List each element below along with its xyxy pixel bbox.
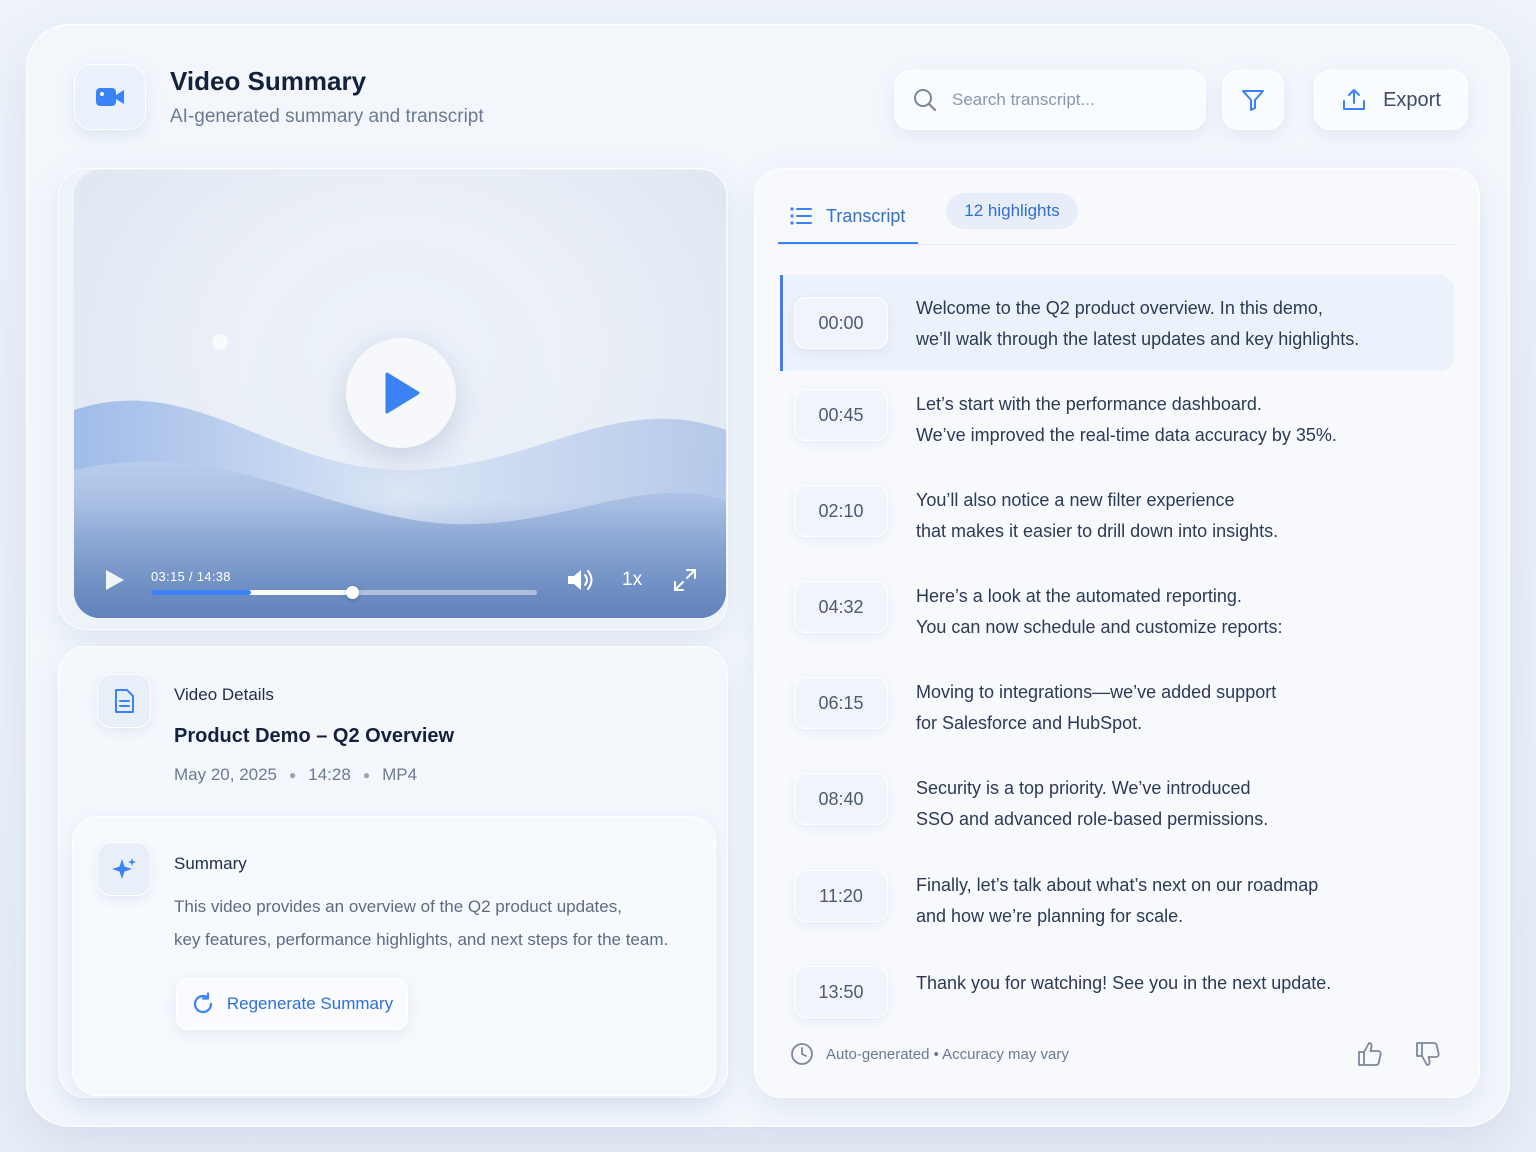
- search-icon: [914, 89, 937, 112]
- transcript-line: and how we’re planning for scale.: [916, 906, 1184, 926]
- timestamp-badge[interactable]: 00:00: [794, 297, 888, 349]
- transcript-text: Finally, let’s talk about what’s next on…: [916, 870, 1436, 932]
- summary-label: Summary: [174, 854, 247, 873]
- thumbs-up-icon[interactable]: [1356, 1040, 1384, 1068]
- tab-divider: [778, 244, 1454, 245]
- transcript-line: SSO and advanced role-based permissions.: [916, 809, 1269, 829]
- fullscreen-icon[interactable]: [672, 567, 698, 593]
- summary-text: This video provides an overview of the Q…: [174, 890, 694, 956]
- transcript-line: Here’s a look at the automated reporting…: [916, 586, 1242, 606]
- clock-icon: [791, 1043, 813, 1065]
- tab-transcript[interactable]: Transcript: [778, 190, 918, 245]
- transcript-row[interactable]: 06:15 Moving to integrations—we’ve added…: [780, 659, 1454, 755]
- timestamp-badge[interactable]: 13:50: [794, 966, 888, 1018]
- summary-card: [72, 816, 716, 1096]
- playback-speed[interactable]: 1x: [622, 569, 642, 591]
- transcript-line: Security is a top priority. We’ve introd…: [916, 778, 1251, 798]
- transcript-text: Welcome to the Q2 product overview. In t…: [916, 293, 1436, 355]
- transcript-line: Finally, let’s talk about what’s next on…: [916, 875, 1319, 895]
- video-meta: May 20, 2025 ● 14:28 ● MP4: [174, 765, 417, 785]
- transcript-text: Thank you for watching! See you in the n…: [916, 968, 1436, 999]
- volume-icon[interactable]: [566, 566, 596, 594]
- transcript-text: Moving to integrations—we’ve added suppo…: [916, 677, 1436, 739]
- regenerate-label: Regenerate Summary: [226, 994, 394, 1013]
- transcript-text: Let’s start with the performance dashboa…: [916, 389, 1436, 451]
- timestamp-badge[interactable]: 08:40: [794, 773, 888, 825]
- video-format: MP4: [382, 765, 418, 784]
- transcript-text: Security is a top priority. We’ve introd…: [916, 773, 1436, 835]
- timestamp-badge[interactable]: 02:10: [794, 485, 888, 537]
- transcript-row[interactable]: 04:32 Here’s a look at the automated rep…: [780, 563, 1454, 659]
- sparkle-icon: [97, 842, 151, 896]
- transcript-line: We’ve improved the real-time data accura…: [916, 425, 1337, 445]
- transcript-row[interactable]: 11:20 Finally, let’s talk about what’s n…: [780, 852, 1454, 948]
- page-title: Video Summary: [170, 66, 367, 96]
- details-label: Video Details: [174, 685, 274, 704]
- seek-handle[interactable]: [345, 586, 359, 599]
- timestamp-badge[interactable]: 00:45: [794, 389, 888, 441]
- tab-highlights[interactable]: 12 highlights: [946, 193, 1078, 229]
- tab-transcript-label: Transcript: [826, 205, 906, 226]
- transcript-text: You’ll also notice a new filter experien…: [916, 485, 1436, 547]
- transcript-line: You can now schedule and customize repor…: [916, 617, 1283, 637]
- filter-button[interactable]: [1222, 70, 1284, 130]
- transcript-text: Here’s a look at the automated reporting…: [916, 581, 1436, 643]
- summary-line: key features, performance highlights, an…: [174, 930, 669, 949]
- transcript-row[interactable]: 08:40 Security is a top priority. We’ve …: [780, 755, 1454, 851]
- timestamp-badge[interactable]: 04:32: [794, 581, 888, 633]
- progress-bar: [151, 590, 252, 595]
- transcript-line: Moving to integrations—we’ve added suppo…: [916, 682, 1277, 702]
- separator-dot: ●: [362, 768, 371, 782]
- accuracy-text: Auto-generated • Accuracy may vary: [826, 1045, 1069, 1063]
- refresh-icon: [193, 992, 212, 1014]
- search-box[interactable]: [894, 70, 1206, 130]
- search-input[interactable]: [952, 90, 1172, 110]
- accuracy-note: Auto-generated • Accuracy may vary: [790, 1042, 1069, 1066]
- video-duration: 14:28: [308, 765, 351, 784]
- play-icon[interactable]: [104, 568, 126, 592]
- transcript-row[interactable]: 13:50 Thank you for watching! See you in…: [780, 948, 1454, 1020]
- transcript-line: You’ll also notice a new filter experien…: [916, 490, 1235, 510]
- video-title: Product Demo – Q2 Overview: [174, 725, 455, 747]
- thumbs-down-icon[interactable]: [1414, 1040, 1442, 1068]
- transcript-line: that makes it easier to drill down into …: [916, 521, 1279, 541]
- video-camera-icon: [74, 64, 146, 130]
- play-icon: [385, 372, 420, 414]
- playback-time: 03:15 / 14:38: [151, 569, 231, 584]
- transcript-line: Let’s start with the performance dashboa…: [916, 394, 1262, 414]
- seek-bar[interactable]: [151, 586, 537, 599]
- transcript-line: for Salesforce and HubSpot.: [916, 713, 1143, 733]
- page-subtitle: AI-generated summary and transcript: [170, 106, 484, 127]
- transcript-row[interactable]: 02:10 You’ll also notice a new filter ex…: [780, 467, 1454, 563]
- summary-line: This video provides an overview of the Q…: [174, 897, 622, 916]
- timestamp-badge[interactable]: 06:15: [794, 677, 888, 729]
- video-date: May 20, 2025: [174, 765, 278, 784]
- transcript-row[interactable]: 00:45 Let’s start with the performance d…: [780, 371, 1454, 467]
- export-button[interactable]: Export: [1314, 70, 1468, 130]
- document-icon: [97, 674, 151, 728]
- list-icon: [790, 207, 812, 225]
- timestamp-badge[interactable]: 11:20: [794, 870, 888, 922]
- play-button[interactable]: [346, 338, 456, 448]
- regenerate-summary-button[interactable]: Regenerate Summary: [176, 978, 408, 1030]
- filter-icon: [1242, 90, 1264, 111]
- export-label: Export: [1383, 88, 1441, 111]
- separator-dot: ●: [289, 768, 297, 782]
- transcript-line: Welcome to the Q2 product overview. In t…: [916, 298, 1323, 318]
- transcript-line: we’ll walk through the latest updates an…: [916, 329, 1360, 349]
- upload-icon: [1343, 89, 1366, 110]
- transcript-line: Thank you for watching! See you in the n…: [916, 973, 1332, 993]
- player-controls: 03:15 / 14:38 1x: [74, 550, 726, 618]
- transcript-row[interactable]: 00:00 Welcome to the Q2 product overview…: [780, 275, 1454, 371]
